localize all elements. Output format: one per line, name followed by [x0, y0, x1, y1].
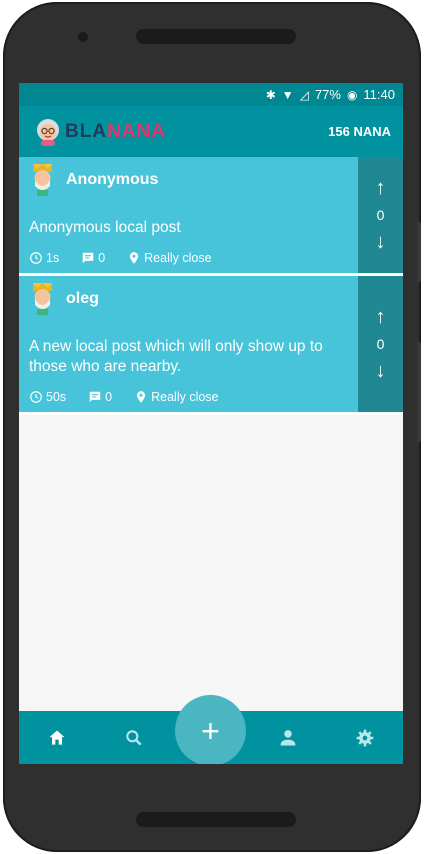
power-button: [417, 342, 421, 442]
upvote-button[interactable]: ↑: [376, 176, 386, 200]
bluetooth-icon: ✱: [265, 87, 276, 102]
downvote-button[interactable]: ↓: [376, 359, 386, 383]
post-text: Anonymous local post: [29, 219, 181, 236]
nav-settings[interactable]: [350, 723, 380, 753]
battery-text: 77%: [314, 87, 341, 102]
avatar-icon: [33, 164, 52, 196]
post-text: A new local post which will only show up…: [29, 338, 323, 375]
upvote-button[interactable]: ↑: [376, 305, 386, 329]
nana-balance[interactable]: 156 NANA: [328, 124, 391, 139]
screen: ✱ ▼ ◿ 77% ◉ 11:40 BLANANA 156 NANA Anony…: [19, 83, 403, 764]
post-card[interactable]: oleg A new local post which will only sh…: [19, 276, 403, 415]
comments-link[interactable]: 0: [88, 390, 112, 404]
nav-search[interactable]: [119, 723, 149, 753]
app-logo: BLANANA: [33, 117, 166, 147]
nav-home[interactable]: [42, 723, 72, 753]
downvote-button[interactable]: ↓: [376, 230, 386, 254]
location-pin-icon: [130, 252, 139, 264]
bottom-navigation: +: [19, 695, 403, 764]
home-icon: [49, 730, 65, 745]
post-author[interactable]: oleg: [66, 290, 99, 308]
status-bar: ✱ ▼ ◿ 77% ◉ 11:40: [19, 83, 403, 106]
volume-button: [417, 222, 421, 282]
post-age: 1s: [46, 251, 60, 265]
vote-count: 0: [376, 336, 385, 352]
wifi-icon: ▼: [281, 87, 294, 102]
vote-count: 0: [376, 207, 385, 223]
post-age: 50s: [46, 390, 67, 404]
post-distance: Really close: [151, 390, 219, 404]
comment-count: 0: [98, 251, 106, 265]
settings-icon: [356, 729, 373, 746]
signal-icon: ◿: [299, 87, 309, 102]
logo-text-nana: NANA: [107, 120, 166, 142]
clock: 11:40: [363, 87, 395, 102]
avatar-icon: [33, 283, 52, 315]
comments-link[interactable]: 0: [81, 251, 105, 265]
nav-profile[interactable]: [273, 723, 303, 753]
post-distance: Really close: [144, 251, 212, 265]
comment-icon: [89, 391, 101, 403]
app-bar: BLANANA 156 NANA: [19, 106, 403, 157]
vote-panel: ↑ 0 ↓: [358, 157, 403, 273]
comment-count: 0: [105, 390, 113, 404]
vote-panel: ↑ 0 ↓: [358, 276, 403, 412]
post-author[interactable]: Anonymous: [66, 171, 158, 189]
clock-icon: [30, 391, 42, 403]
add-post-button[interactable]: +: [175, 695, 246, 764]
clock-icon: [30, 252, 42, 264]
battery-icon: ◉: [346, 87, 358, 102]
search-icon: [126, 729, 142, 746]
person-icon: [280, 729, 296, 745]
bottom-speaker: [136, 812, 296, 827]
add-icon: +: [201, 712, 220, 749]
comment-icon: [82, 252, 94, 264]
top-speaker: [136, 29, 296, 44]
grandma-logo-icon: [37, 118, 59, 146]
logo-text-bla: BLA: [65, 120, 108, 142]
front-camera: [78, 32, 88, 42]
post-card[interactable]: Anonymous Anonymous local post 1s 0 Real…: [19, 157, 403, 276]
location-pin-icon: [137, 391, 146, 403]
